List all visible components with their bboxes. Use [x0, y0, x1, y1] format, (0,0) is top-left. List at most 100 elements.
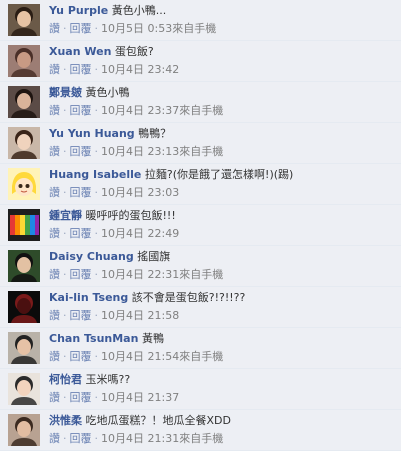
comment-meta: 讚 · 回覆 · 10月4日 21:37 [49, 390, 179, 405]
separator: · [63, 145, 67, 158]
reply-link[interactable]: 回覆 [70, 268, 92, 281]
separator: · [63, 104, 67, 117]
comment-author-link[interactable]: Xuan Wen [49, 45, 111, 58]
comment-timestamp[interactable]: 10月5日 0:53 [101, 22, 172, 35]
avatar[interactable] [8, 373, 40, 405]
comment-meta: 讚 · 回覆 · 10月4日 23:03 [49, 185, 179, 200]
like-link[interactable]: 讚 [49, 391, 60, 404]
reply-link[interactable]: 回覆 [70, 227, 92, 240]
comment-source: 來自手機 [179, 350, 224, 363]
separator: · [94, 309, 99, 322]
avatar[interactable] [8, 45, 40, 77]
comment-timestamp[interactable]: 10月4日 21:54 [101, 350, 179, 363]
separator: · [94, 186, 99, 199]
separator: · [94, 432, 99, 445]
like-link[interactable]: 讚 [49, 309, 60, 322]
comment-author-link[interactable]: 鄭景皴 [49, 86, 82, 99]
like-link[interactable]: 讚 [49, 63, 60, 76]
avatar[interactable] [8, 250, 40, 282]
separator: · [94, 104, 99, 117]
comment-meta: 讚 · 回覆 · 10月4日 21:31來自手機 [49, 431, 223, 446]
separator: · [94, 145, 99, 158]
avatar[interactable] [8, 209, 40, 241]
comment-body: 洪惟柔 吃地瓜蛋糕？！地瓜全餐XDD [49, 413, 397, 428]
comment-text: 黃色小鴨 [85, 86, 130, 99]
avatar[interactable] [8, 291, 40, 323]
comment-text: 鴨鴨？ [138, 127, 172, 140]
like-link[interactable]: 讚 [49, 104, 60, 117]
separator: · [94, 391, 99, 404]
comment-author-link[interactable]: 柯怡君 [49, 373, 82, 386]
comment-timestamp[interactable]: 10月4日 22:49 [101, 227, 179, 240]
comment-text: 黃鴨 [141, 332, 164, 345]
avatar[interactable] [8, 168, 40, 200]
comment-author-link[interactable]: 洪惟柔 [49, 414, 82, 427]
comment-timestamp[interactable]: 10月4日 21:58 [101, 309, 179, 322]
like-link[interactable]: 讚 [49, 227, 60, 240]
comment-body: Kai-lin Tseng 該不會是蛋包飯?!?!!?? [49, 290, 397, 305]
comment-author-link[interactable]: Yu Purple [49, 4, 108, 17]
comment-timestamp[interactable]: 10月4日 23:03 [101, 186, 179, 199]
comment-timestamp[interactable]: 10月4日 23:13 [101, 145, 179, 158]
comment-row: Xuan Wen 蛋包飯? 讚 · 回覆 · 10月4日 23:42 [0, 41, 401, 82]
comment-body: Chan TsunMan 黃鴨 [49, 331, 397, 346]
avatar[interactable] [8, 4, 40, 36]
separator: · [63, 268, 67, 281]
like-link[interactable]: 讚 [49, 22, 60, 35]
avatar[interactable] [8, 332, 40, 364]
comment-source: 來自手機 [172, 22, 217, 35]
comment-meta: 讚 · 回覆 · 10月4日 23:37來自手機 [49, 103, 223, 118]
comment-author-link[interactable]: Huang Isabelle [49, 168, 141, 181]
comment-text: 該不會是蛋包飯?!?!!?? [131, 291, 246, 304]
comment-body: Daisy Chuang 搖國旗 [49, 249, 397, 264]
reply-link[interactable]: 回覆 [70, 145, 92, 158]
reply-link[interactable]: 回覆 [70, 432, 92, 445]
avatar[interactable] [8, 414, 40, 446]
like-link[interactable]: 讚 [49, 145, 60, 158]
avatar[interactable] [8, 127, 40, 159]
comment-row: Huang Isabelle 拉麵?(你是餓了還怎樣啊!)(踢) 讚 · 回覆 · 10月… [0, 164, 401, 205]
comment-row: Yu Purple 黃色小鴨... 讚 · 回覆 · 10月5日 0:53來自手機 [0, 0, 401, 41]
reply-link[interactable]: 回覆 [70, 309, 92, 322]
comment-meta: 讚 · 回覆 · 10月4日 23:13來自手機 [49, 144, 223, 159]
like-link[interactable]: 讚 [49, 432, 60, 445]
separator: · [63, 309, 67, 322]
comment-text: 搖國旗 [137, 250, 171, 263]
reply-link[interactable]: 回覆 [70, 186, 92, 199]
comment-timestamp[interactable]: 10月4日 23:37 [101, 104, 179, 117]
comment-timestamp[interactable]: 10月4日 22:31 [101, 268, 179, 281]
like-link[interactable]: 讚 [49, 268, 60, 281]
comment-body: Xuan Wen 蛋包飯? [49, 44, 397, 59]
comment-author-link[interactable]: Daisy Chuang [49, 250, 134, 263]
like-link[interactable]: 讚 [49, 186, 60, 199]
comment-body: Huang Isabelle 拉麵?(你是餓了還怎樣啊!)(踢) [49, 167, 397, 182]
reply-link[interactable]: 回覆 [70, 22, 92, 35]
reply-link[interactable]: 回覆 [70, 63, 92, 76]
comment-timestamp[interactable]: 10月4日 23:42 [101, 63, 179, 76]
reply-link[interactable]: 回覆 [70, 104, 92, 117]
avatar[interactable] [8, 86, 40, 118]
like-link[interactable]: 讚 [49, 350, 60, 363]
separator: · [63, 391, 67, 404]
comment-row: 鍾宜靜 暖呼呼的蛋包飯!!! 讚 · 回覆 · 10月4日 22:49 [0, 205, 401, 246]
comment-body: 鍾宜靜 暖呼呼的蛋包飯!!! [49, 208, 397, 223]
comment-author-link[interactable]: Chan TsunMan [49, 332, 138, 345]
reply-link[interactable]: 回覆 [70, 391, 92, 404]
comment-timestamp[interactable]: 10月4日 21:31 [101, 432, 179, 445]
separator: · [94, 350, 99, 363]
comment-meta: 讚 · 回覆 · 10月4日 22:49 [49, 226, 179, 241]
comment-text: 吃地瓜蛋糕？！地瓜全餐XDD [85, 414, 231, 427]
separator: · [94, 227, 99, 240]
separator: · [94, 63, 99, 76]
comment-body: 柯怡君 玉米嗎?? [49, 372, 397, 387]
comment-source: 來自手機 [179, 104, 224, 117]
comment-author-link[interactable]: 鍾宜靜 [49, 209, 82, 222]
comment-body: Yu Purple 黃色小鴨... [49, 3, 397, 18]
separator: · [63, 350, 67, 363]
comment-timestamp[interactable]: 10月4日 21:37 [101, 391, 179, 404]
comment-source: 來自手機 [179, 145, 224, 158]
reply-link[interactable]: 回覆 [70, 350, 92, 363]
comment-author-link[interactable]: Kai-lin Tseng [49, 291, 128, 304]
comment-author-link[interactable]: Yu Yun Huang [49, 127, 135, 140]
comment-row: Daisy Chuang 搖國旗讚 · 回覆 · 10月4日 22:31來自手機 [0, 246, 401, 287]
